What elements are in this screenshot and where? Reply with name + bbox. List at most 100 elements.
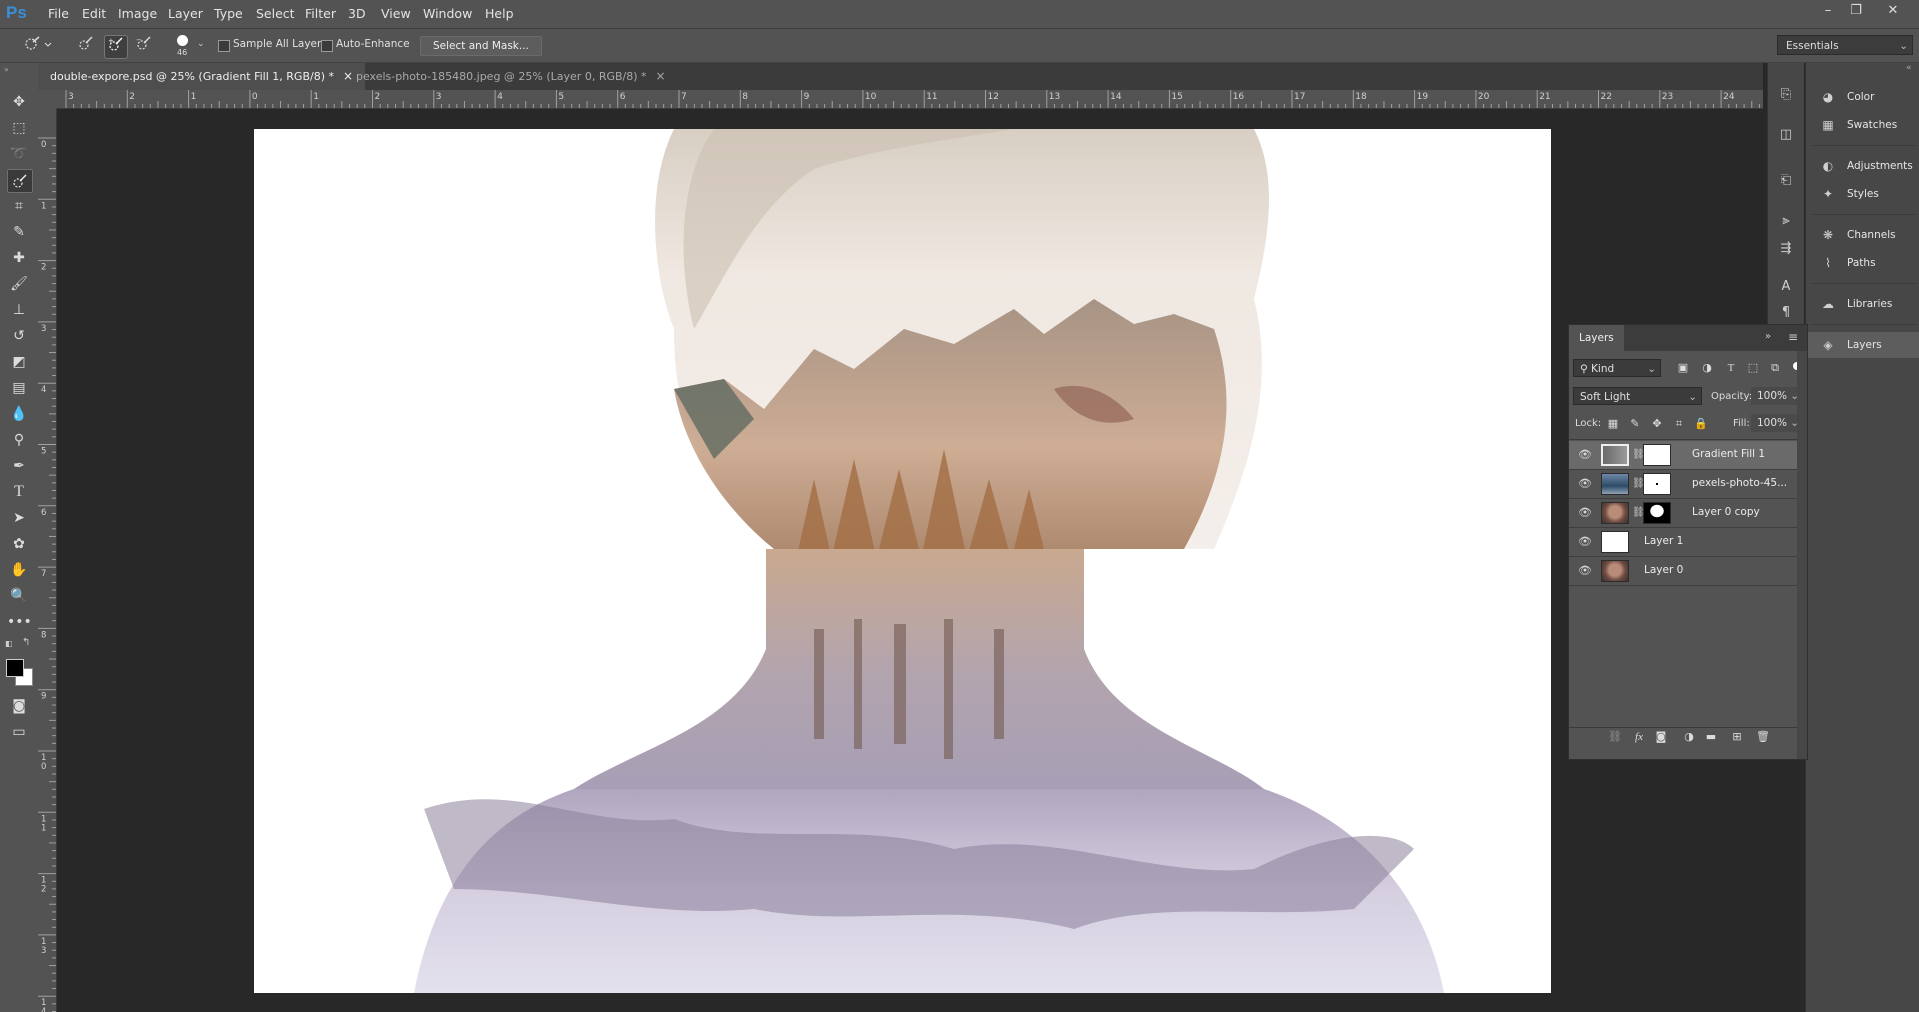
layer-name[interactable]: Layer 0 copy bbox=[1692, 506, 1760, 518]
layer-row-pexels-photo[interactable]: 👁 ⛓ pexels-photo-45... bbox=[1569, 470, 1797, 499]
new-adjustment-icon[interactable]: ◑ bbox=[1681, 729, 1697, 745]
link-layers-icon[interactable]: ⛓ bbox=[1607, 729, 1623, 745]
swap-colors-icon[interactable]: ↰ bbox=[22, 637, 30, 648]
gradient-tool[interactable]: ▤ bbox=[7, 377, 31, 399]
blur-tool[interactable]: 💧 bbox=[7, 403, 31, 425]
type-filter-icon[interactable]: T bbox=[1723, 360, 1739, 376]
visibility-eye-icon[interactable]: 👁 bbox=[1577, 534, 1593, 550]
tab-layers[interactable]: Layers bbox=[1569, 325, 1624, 351]
close-tab-icon[interactable]: × bbox=[656, 69, 666, 83]
fx-icon[interactable]: fx bbox=[1631, 729, 1647, 745]
layers-scrollbar[interactable] bbox=[1797, 351, 1807, 759]
brush-size-picker[interactable]: 46 bbox=[172, 33, 194, 61]
layer-mask-thumbnail[interactable] bbox=[1643, 473, 1671, 495]
layer-name[interactable]: Layer 0 bbox=[1644, 564, 1683, 576]
hand-tool[interactable]: ✋ bbox=[7, 559, 31, 581]
eyedropper-tool[interactable]: ✎ bbox=[7, 221, 31, 243]
opacity-input[interactable]: 100% ⌄ bbox=[1751, 387, 1801, 405]
layer-thumbnail[interactable] bbox=[1601, 444, 1629, 466]
shape-filter-icon[interactable]: ⬚ bbox=[1745, 360, 1761, 376]
visibility-eye-icon[interactable]: 👁 bbox=[1577, 563, 1593, 579]
smart-object-filter-icon[interactable]: ⧉ bbox=[1767, 360, 1783, 376]
brush-panel-icon[interactable]: ⫸ bbox=[1776, 211, 1796, 231]
tool-preset-picker[interactable] bbox=[20, 35, 54, 57]
move-tool[interactable]: ✥ bbox=[7, 91, 31, 113]
document-canvas[interactable] bbox=[254, 129, 1551, 993]
add-to-selection-button[interactable]: + bbox=[104, 35, 128, 59]
layer-row-layer-1[interactable]: 👁 Layer 1 bbox=[1569, 528, 1797, 557]
menu-file[interactable]: File bbox=[44, 0, 73, 28]
lock-artboard-icon[interactable]: ⌗ bbox=[1671, 416, 1687, 432]
dock-item-layers[interactable]: ◈ Layers bbox=[1806, 332, 1919, 358]
clone-stamp-tool[interactable]: ⊥ bbox=[7, 299, 31, 321]
layer-name[interactable]: Gradient Fill 1 bbox=[1692, 448, 1765, 460]
select-and-mask-button[interactable]: Select and Mask... bbox=[420, 36, 542, 56]
dock-item-color[interactable]: ◕ Color bbox=[1806, 84, 1919, 110]
menu-3d[interactable]: 3D bbox=[344, 0, 370, 28]
layer-name[interactable]: pexels-photo-45... bbox=[1692, 477, 1787, 489]
filter-kind-select[interactable]: ⚲ Kind ⌄ bbox=[1573, 359, 1661, 377]
menu-edit[interactable]: Edit bbox=[78, 0, 110, 28]
adjustment-filter-icon[interactable]: ◑ bbox=[1699, 360, 1715, 376]
horizontal-ruler[interactable]: 3 2 1 0 1 2 3 4 5 6 7 8 9 10 11 12 13 14 15 16 17 18 19 20 21 22 2… bbox=[57, 90, 1763, 109]
clone-source-panel-icon[interactable]: ⎗ bbox=[1776, 171, 1796, 191]
tab-pexels-photo[interactable]: pexels-photo-185480.jpeg @ 25% (Layer 0,… bbox=[344, 63, 678, 90]
minimize-button[interactable]: – bbox=[1815, 0, 1841, 22]
paragraph-panel-icon[interactable]: ¶ bbox=[1776, 303, 1796, 323]
menu-view[interactable]: View bbox=[377, 0, 415, 28]
collapse-panel-icon[interactable]: » bbox=[1765, 331, 1771, 342]
healing-brush-tool[interactable]: ✚ bbox=[7, 247, 31, 269]
brush-tool[interactable]: 🖌 bbox=[7, 273, 31, 295]
layer-thumbnail[interactable] bbox=[1601, 502, 1629, 524]
dock-item-swatches[interactable]: ▦ Swatches bbox=[1806, 112, 1919, 138]
lock-image-icon[interactable]: ✎ bbox=[1627, 416, 1643, 432]
screen-mode-button[interactable]: ▭ bbox=[7, 721, 31, 743]
menu-help[interactable]: Help bbox=[481, 0, 518, 28]
fill-input[interactable]: 100% ⌄ bbox=[1751, 414, 1801, 432]
lock-position-icon[interactable]: ✥ bbox=[1649, 416, 1665, 432]
lasso-tool[interactable]: ➰ bbox=[7, 143, 31, 165]
layer-row-layer-0[interactable]: 👁 Layer 0 bbox=[1569, 557, 1797, 586]
menu-image[interactable]: Image bbox=[114, 0, 161, 28]
collapse-arrows-icon[interactable]: » bbox=[4, 65, 9, 74]
workspace-switcher[interactable]: Essentials ⌄ bbox=[1777, 35, 1913, 55]
history-panel-icon[interactable]: ⎘ bbox=[1776, 85, 1796, 105]
layer-mask-thumbnail[interactable] bbox=[1643, 502, 1671, 524]
dock-item-adjustments[interactable]: ◐ Adjustments bbox=[1806, 153, 1919, 179]
collapse-arrows-icon[interactable]: « bbox=[1906, 63, 1912, 73]
layer-thumbnail[interactable] bbox=[1601, 560, 1629, 582]
menu-select[interactable]: Select bbox=[252, 0, 299, 28]
add-mask-icon[interactable]: ◙ bbox=[1653, 729, 1669, 745]
rectangular-marquee-tool[interactable]: ⬚ bbox=[7, 117, 31, 139]
dock-item-libraries[interactable]: ☁ Libraries bbox=[1806, 291, 1919, 317]
eraser-tool[interactable]: ◩ bbox=[7, 351, 31, 373]
default-colors-icon[interactable]: ◧ bbox=[5, 639, 13, 648]
dodge-tool[interactable]: ⚲ bbox=[7, 429, 31, 451]
trash-icon[interactable]: 🗑 bbox=[1755, 729, 1771, 745]
character-panel-icon[interactable]: A bbox=[1776, 277, 1796, 297]
lock-all-icon[interactable]: 🔒 bbox=[1693, 416, 1709, 432]
properties-panel-icon[interactable]: ◫ bbox=[1776, 125, 1796, 145]
new-group-folder-icon[interactable]: ▬ bbox=[1703, 729, 1719, 745]
visibility-eye-icon[interactable]: 👁 bbox=[1577, 505, 1593, 521]
layer-mask-thumbnail[interactable] bbox=[1643, 444, 1671, 466]
new-layer-icon[interactable]: ⊞ bbox=[1729, 729, 1745, 745]
restore-button[interactable]: ❐ bbox=[1843, 0, 1869, 22]
sample-all-layers-checkbox[interactable] bbox=[218, 40, 230, 52]
close-window-button[interactable]: ✕ bbox=[1880, 0, 1906, 22]
path-selection-tool[interactable]: ➤ bbox=[7, 507, 31, 529]
dock-item-styles[interactable]: ✦ Styles bbox=[1806, 181, 1919, 207]
visibility-eye-icon[interactable]: 👁 bbox=[1577, 476, 1593, 492]
blend-mode-select[interactable]: Soft Light ⌄ bbox=[1573, 387, 1702, 405]
visibility-eye-icon[interactable]: 👁 bbox=[1577, 447, 1593, 463]
zoom-tool[interactable]: 🔍 bbox=[7, 585, 31, 607]
chevron-down-icon[interactable]: ⌄ bbox=[197, 39, 205, 49]
foreground-color-swatch[interactable] bbox=[6, 659, 24, 677]
history-brush-tool[interactable]: ↺ bbox=[7, 325, 31, 347]
dock-item-channels[interactable]: ❋ Channels bbox=[1806, 222, 1919, 248]
subtract-from-selection-button[interactable]: − bbox=[133, 35, 155, 57]
auto-enhance-checkbox[interactable] bbox=[321, 40, 333, 52]
type-tool[interactable]: T bbox=[7, 481, 31, 503]
tab-double-expore[interactable]: double-expore.psd @ 25% (Gradient Fill 1… bbox=[38, 63, 366, 90]
lock-transparent-icon[interactable]: ▦ bbox=[1605, 416, 1621, 432]
